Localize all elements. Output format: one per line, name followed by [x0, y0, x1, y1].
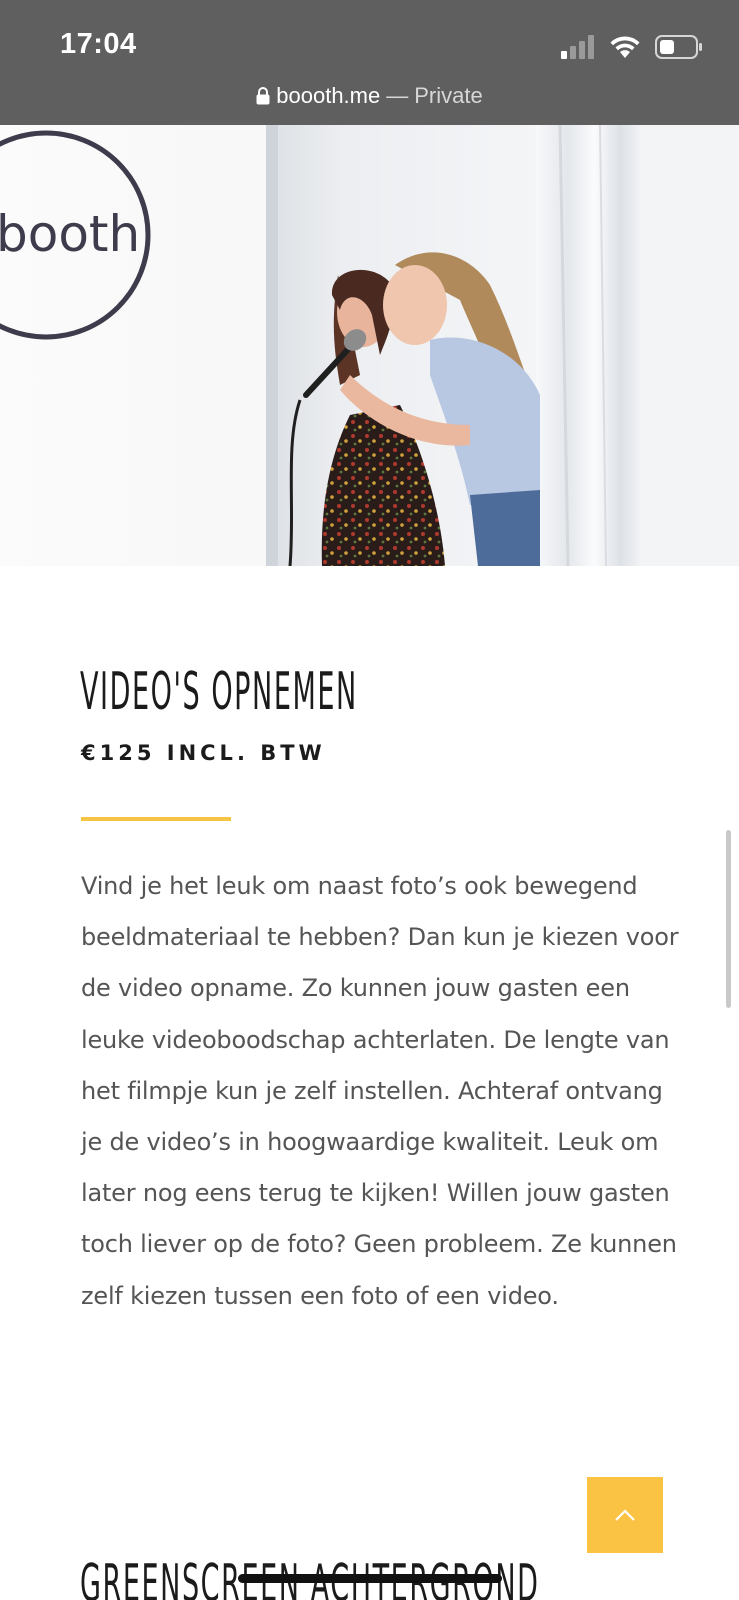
battery-icon [655, 35, 702, 59]
section-title: VIDEO'S OPNEMEN [80, 662, 358, 722]
lock-icon [256, 87, 270, 105]
address-bar[interactable]: boooth.me — Private [0, 80, 739, 112]
page: 17:04 boooth.me — Private booth VIDEO'S … [0, 0, 739, 1600]
browser-top-bar: 17:04 boooth.me — Private [0, 0, 739, 125]
url-domain: boooth.me [276, 83, 381, 108]
private-mode-label: Private [414, 83, 483, 108]
wifi-icon [610, 36, 640, 58]
system-icons [561, 33, 703, 61]
photobooth-image: booth [0, 125, 739, 566]
url-separator: — [386, 83, 409, 108]
home-indicator[interactable] [238, 1574, 502, 1583]
section-description: Vind je het leuk om naast foto’s ook bew… [81, 872, 679, 1310]
booth-logo-text: booth [0, 205, 140, 263]
chevron-up-icon [615, 1509, 635, 1521]
cellular-signal-icon [561, 35, 594, 59]
scrollbar[interactable] [726, 830, 731, 1008]
back-to-top-button[interactable] [587, 1477, 663, 1553]
accent-divider [81, 817, 231, 821]
status-time: 17:04 [60, 28, 137, 60]
hero-photo: booth [0, 125, 739, 566]
price-label: €125 INCL. BTW [81, 741, 326, 765]
